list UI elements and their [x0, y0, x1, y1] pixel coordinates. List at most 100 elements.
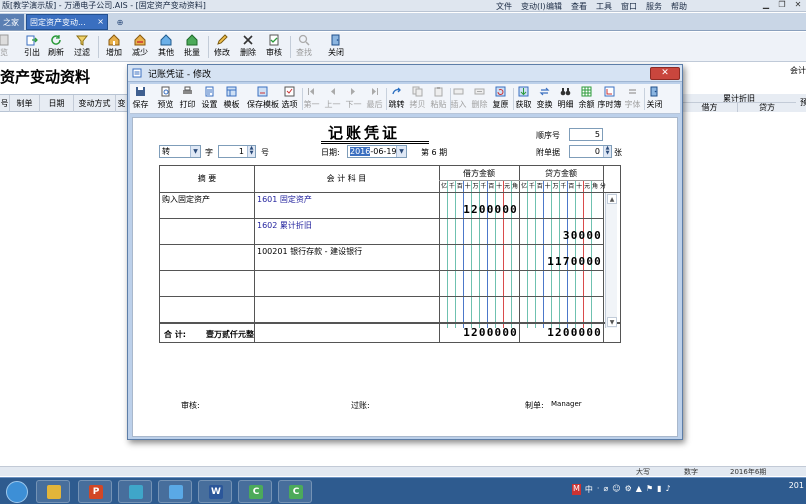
- export-button[interactable]: 引出: [20, 34, 44, 61]
- date-picker[interactable]: 2016-06-19 ▼: [347, 145, 407, 158]
- journal-button[interactable]: 序时簿: [597, 85, 622, 113]
- preview-voucher-button[interactable]: 预览: [155, 85, 176, 113]
- column-header-number[interactable]: 号: [0, 95, 10, 112]
- tray-face-icon[interactable]: ☺: [612, 484, 620, 495]
- attachments-spinner-icon[interactable]: ▲ ▼: [603, 146, 611, 157]
- first-button[interactable]: 第一: [301, 85, 322, 113]
- last-button[interactable]: 最后: [364, 85, 385, 113]
- menu-edit[interactable]: 编辑(E): [546, 0, 571, 21]
- modify-button[interactable]: 修改: [210, 34, 234, 61]
- batch-button[interactable]: 批量: [180, 34, 204, 61]
- jump-button[interactable]: 跳转: [386, 85, 407, 113]
- template-button[interactable]: 模板: [221, 85, 242, 113]
- attachments-field[interactable]: 0 ▲ ▼: [569, 145, 612, 158]
- entry-summary-1[interactable]: 购入固定资产: [162, 194, 210, 205]
- column-header-change-method[interactable]: 变动方式: [74, 95, 116, 112]
- tab-fixed-asset-change[interactable]: 固定资产变动... ×: [26, 14, 108, 30]
- taskbar-pen-app[interactable]: [118, 480, 152, 503]
- close-button[interactable]: ✕: [790, 0, 806, 11]
- tray-settings-icon[interactable]: ⚙: [625, 484, 632, 495]
- taskbar-word[interactable]: W: [198, 480, 232, 503]
- voucher-number-field[interactable]: 1 ▲ ▼: [218, 145, 256, 158]
- transform-button[interactable]: 变换: [534, 85, 555, 113]
- dialog-titlebar[interactable]: 记账凭证 - 修改: [128, 65, 682, 82]
- taskbar-explorer[interactable]: [36, 480, 70, 503]
- paste-button[interactable]: 粘贴: [428, 85, 449, 113]
- print-button[interactable]: 打印: [177, 85, 198, 113]
- save-button[interactable]: 保存: [130, 85, 151, 113]
- menu-help[interactable]: 帮助(H): [671, 0, 696, 21]
- menu-view[interactable]: 查看(V): [571, 0, 596, 21]
- voucher-word-select[interactable]: 转 ▼: [159, 145, 201, 158]
- clock[interactable]: 201: [789, 481, 804, 490]
- restore-button[interactable]: 复原: [490, 85, 511, 113]
- detail-button[interactable]: 明细: [555, 85, 576, 113]
- scroll-up-icon[interactable]: ▲: [607, 194, 617, 204]
- options-button[interactable]: 选项: [279, 85, 300, 113]
- taskbar-powerpoint[interactable]: P: [78, 480, 112, 503]
- menu-change[interactable]: 变动(I): [521, 0, 546, 12]
- taskbar-accounting-app-2[interactable]: C: [278, 480, 312, 503]
- dialog-close-button[interactable]: ✕: [650, 67, 680, 80]
- tray-volume-icon[interactable]: ♪: [666, 484, 671, 495]
- tab-home[interactable]: 之家: [0, 14, 24, 30]
- ime-chinese-icon[interactable]: 中: [585, 484, 593, 495]
- taskbar-accounting-app[interactable]: C: [238, 480, 272, 503]
- column-header-credit[interactable]: 贷方: [738, 103, 796, 112]
- entry-account-1[interactable]: 1601 固定资产: [257, 194, 312, 205]
- scroll-down-icon[interactable]: ▼: [607, 317, 617, 327]
- chevron-down-icon[interactable]: ▼: [190, 146, 200, 157]
- next-button[interactable]: 下一: [343, 85, 364, 113]
- entry-account-2[interactable]: 1602 累计折旧: [257, 220, 312, 231]
- other-button[interactable]: 其他: [154, 34, 178, 61]
- tab-close-icon[interactable]: ×: [97, 17, 104, 26]
- add-button[interactable]: 增加: [102, 34, 126, 61]
- tray-tool-icon[interactable]: ⌀: [603, 484, 608, 495]
- menu-window[interactable]: 窗口(W): [621, 0, 646, 21]
- entry-account-3[interactable]: 100201 银行存款 - 建设银行: [257, 246, 362, 257]
- calendar-dropdown-icon[interactable]: ▼: [396, 146, 406, 157]
- tray-flag-icon[interactable]: ⚑: [646, 484, 653, 495]
- tray-network-icon[interactable]: ▮: [657, 484, 661, 495]
- menu-tools[interactable]: 工具(T): [596, 0, 621, 21]
- entries-scrollbar[interactable]: ▲ ▼: [605, 193, 617, 328]
- settings-button[interactable]: 设置: [199, 85, 220, 113]
- tray-expand-icon[interactable]: ▲: [636, 484, 642, 495]
- audit-button[interactable]: 审核: [262, 34, 286, 61]
- refresh-button[interactable]: 刷新: [44, 34, 68, 61]
- digit-gridline: [583, 180, 584, 328]
- number-spinner-icon[interactable]: ▲ ▼: [247, 146, 255, 157]
- font-button[interactable]: 字体: [622, 85, 643, 113]
- taskbar-browser[interactable]: [158, 480, 192, 503]
- entry-credit-2[interactable]: 30000: [520, 229, 602, 242]
- previous-button[interactable]: 上一: [322, 85, 343, 113]
- column-header-pre[interactable]: 预: [800, 94, 806, 112]
- delete-button[interactable]: 删除: [236, 34, 260, 61]
- menu-file[interactable]: 文件(F): [496, 0, 521, 21]
- preview-button[interactable]: 览: [0, 34, 16, 61]
- save-template-button[interactable]: 保存模板: [247, 85, 279, 113]
- column-header-date[interactable]: 日期: [40, 95, 74, 112]
- reduce-button[interactable]: 减少: [128, 34, 152, 61]
- ime-icon[interactable]: M: [572, 484, 581, 495]
- column-header-maker[interactable]: 制单: [10, 95, 40, 112]
- filter-button[interactable]: 过滤: [70, 34, 94, 61]
- balance-button[interactable]: 余额: [576, 85, 597, 113]
- tray-dot-icon[interactable]: ·: [597, 484, 600, 495]
- restore-button[interactable]: ❐: [774, 0, 790, 11]
- close-page-button[interactable]: 关闭: [324, 34, 348, 61]
- close-voucher-button[interactable]: 关闭: [644, 85, 665, 113]
- delete-row-button[interactable]: 删除: [469, 85, 490, 113]
- new-tab-icon[interactable]: ⊕: [112, 14, 128, 30]
- start-button-icon[interactable]: [6, 481, 28, 503]
- menu-service[interactable]: 服务(S): [646, 0, 671, 21]
- copy-button[interactable]: 拷贝: [407, 85, 428, 113]
- find-button[interactable]: 查找: [292, 34, 316, 61]
- entry-credit-3[interactable]: 1170000: [520, 255, 602, 268]
- insert-row-button[interactable]: 插入: [448, 85, 469, 113]
- sequence-field[interactable]: 5: [569, 128, 603, 141]
- entry-debit-1[interactable]: 1200000: [440, 203, 518, 216]
- fetch-button[interactable]: 获取: [513, 85, 534, 113]
- minimize-button[interactable]: ▁: [758, 0, 774, 11]
- column-header-debit[interactable]: 借方: [682, 103, 738, 112]
